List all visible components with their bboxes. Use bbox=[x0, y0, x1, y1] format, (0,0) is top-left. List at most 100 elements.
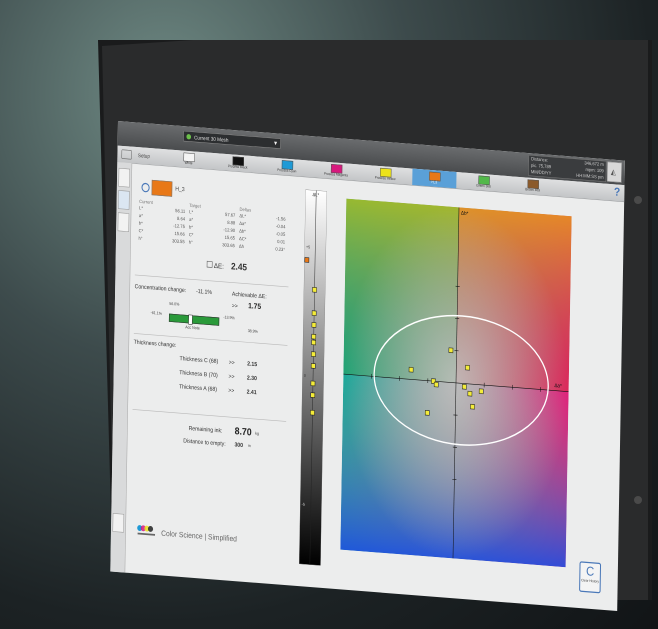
lab-value: 0.23° bbox=[275, 246, 286, 253]
concentration-label: Concentration change: bbox=[134, 283, 187, 294]
thickness-value: 2.41 bbox=[246, 388, 257, 397]
measurement-point bbox=[478, 388, 484, 395]
thickness-label: Thickness change: bbox=[133, 338, 177, 349]
chevron-down-icon: ▼ bbox=[272, 140, 279, 147]
company-logo bbox=[137, 525, 156, 536]
concentration-slider[interactable] bbox=[168, 313, 220, 326]
app-screen: Current 30 Mesh ▼ Distance: 346,672 m pic.… bbox=[110, 121, 625, 612]
thickness-arrow: >> bbox=[228, 373, 235, 381]
b-axis-label: Δb* bbox=[461, 210, 469, 217]
l-axis-tick-label: +5 bbox=[306, 245, 310, 250]
measurement-point bbox=[467, 390, 473, 397]
l-axis-label: ΔL* bbox=[313, 192, 320, 198]
thickness-name: Thickness C (68) bbox=[179, 355, 219, 365]
delta-e-readout: ΔE: 2.45 bbox=[206, 260, 247, 274]
mid-percent: 56.0% bbox=[169, 301, 180, 307]
measurement-point bbox=[462, 383, 467, 390]
remaining-ink-value: 8.70 bbox=[234, 425, 252, 438]
distance-empty-value: 300 bbox=[234, 441, 244, 449]
left-percent: -61.1% bbox=[150, 311, 162, 316]
status-dot-icon bbox=[186, 133, 192, 140]
distance-row-label: MM/DD/YY bbox=[530, 169, 552, 176]
ab-scatter-plot: Δb* Δa* bbox=[340, 198, 572, 568]
lightness-point bbox=[310, 392, 316, 398]
help-icon[interactable]: ? bbox=[614, 186, 620, 200]
l-axis-tick-label: -5 bbox=[302, 502, 305, 506]
lab-column-current: Current L* 56.11 a* 8.64 b* -12.75 C* 15.66 h° 303… bbox=[138, 199, 186, 247]
lab-column-target: Target L* 57.67 a* 8.88 b* -12.90 C* 15.65 h° 303.… bbox=[189, 203, 236, 251]
measurement-point bbox=[408, 366, 414, 373]
clear-history-button[interactable]: C Clear History bbox=[579, 561, 602, 594]
distance-row-value: HH:MM:SS pm bbox=[576, 172, 604, 181]
color-chart-area: ΔL* +5 0 -5 Δb* Δa* bbox=[299, 189, 582, 586]
color-tab-label: Process Yellow bbox=[374, 176, 396, 182]
color-tab-label: H_3 bbox=[431, 180, 438, 185]
lightness-point bbox=[311, 310, 317, 317]
color-tab[interactable]: Process Magenta bbox=[314, 161, 358, 181]
lightness-point bbox=[311, 333, 317, 340]
sample-swatch bbox=[151, 179, 173, 197]
lab-values-table: Current L* 56.11 a* 8.64 b* -12.75 C* 15.66 h° 303… bbox=[139, 199, 291, 253]
sidebar-button-history[interactable] bbox=[118, 167, 130, 188]
current-lightness-marker bbox=[304, 257, 310, 263]
lightness-point bbox=[310, 380, 316, 387]
lab-key: h° bbox=[188, 239, 193, 246]
thickness-value: 2.30 bbox=[246, 374, 257, 382]
printer-icon[interactable] bbox=[121, 149, 132, 160]
measurement-panel: H_3 Current L* 56.11 a* 8.64 b* -12.75 C* 15.66 h… bbox=[125, 163, 296, 585]
thickness-arrow: >> bbox=[228, 359, 235, 367]
slider-handle[interactable] bbox=[188, 314, 193, 325]
color-tab-label: Green 368 bbox=[476, 184, 491, 189]
lab-key: Δh bbox=[238, 243, 244, 250]
measurement-point bbox=[433, 381, 439, 388]
lightness-point bbox=[310, 363, 316, 369]
logo-icon: ◭ bbox=[610, 167, 617, 177]
brand-tagline: Color Science | Simplified bbox=[161, 528, 237, 544]
setup-label[interactable]: Setup bbox=[138, 152, 150, 159]
color-tab[interactable]: Green 368 bbox=[461, 172, 505, 192]
job-select[interactable]: Current 30 Mesh ▼ bbox=[183, 130, 281, 149]
remaining-ink-label: Remaining ink: bbox=[188, 425, 223, 435]
distance-empty-label: Distance to empty: bbox=[183, 437, 226, 448]
clear-history-label: Clear History bbox=[581, 578, 599, 584]
color-tab[interactable]: Process Yellow bbox=[363, 165, 407, 185]
menu-button[interactable]: ◭ bbox=[607, 161, 622, 183]
right-percent: -13.9% bbox=[223, 315, 235, 321]
thickness-arrow: >> bbox=[228, 387, 235, 395]
delta-icon bbox=[206, 260, 213, 268]
thickness-name: Thickness B (70) bbox=[179, 369, 218, 379]
measurement-point bbox=[448, 347, 454, 354]
lightness-point bbox=[312, 287, 317, 293]
thickness-name: Thickness A (68) bbox=[179, 383, 217, 393]
thickness-value: 2.15 bbox=[247, 360, 258, 368]
lab-value: 303.65 bbox=[222, 242, 235, 249]
sample-name: H_3 bbox=[175, 185, 185, 193]
lab-column-deltas: Deltas ΔL* -1.56 Δa* -0.04 Δb* -0.05 ΔC* 0.01 Δh 0… bbox=[239, 207, 286, 255]
measurement-point bbox=[470, 403, 475, 410]
sidebar-button-chart[interactable] bbox=[118, 190, 130, 210]
color-tab[interactable]: Brown 469 bbox=[511, 176, 555, 196]
lightness-bar: ΔL* +5 0 -5 bbox=[299, 189, 327, 566]
sidebar-button-settings[interactable] bbox=[112, 513, 125, 533]
lightness-point bbox=[311, 322, 317, 328]
sidebar-button-info[interactable] bbox=[117, 212, 130, 232]
far-percent: 38.9% bbox=[247, 329, 258, 335]
a-axis-label: Δa* bbox=[554, 383, 562, 390]
target-icon[interactable] bbox=[141, 182, 150, 193]
color-tab[interactable]: H_3 bbox=[412, 168, 457, 189]
l-axis-tick-label: 0 bbox=[304, 374, 306, 378]
distance-empty-unit: m bbox=[247, 443, 251, 449]
lab-value: 303.55 bbox=[172, 238, 185, 245]
measurement-point bbox=[465, 364, 470, 371]
achievable-arrow: >> bbox=[231, 302, 238, 310]
divider bbox=[132, 409, 287, 422]
clear-icon: C bbox=[585, 563, 595, 579]
lightness-point bbox=[311, 351, 316, 357]
color-tab-label: Brown 469 bbox=[525, 187, 540, 193]
achievable-value: 1.75 bbox=[248, 301, 262, 311]
measurement-point bbox=[424, 410, 430, 416]
remaining-ink-unit: kg bbox=[255, 431, 260, 437]
bar-caption: Acc Note bbox=[185, 325, 200, 331]
achievable-label: Achievable ΔE: bbox=[231, 290, 267, 301]
lightness-point bbox=[311, 339, 316, 346]
